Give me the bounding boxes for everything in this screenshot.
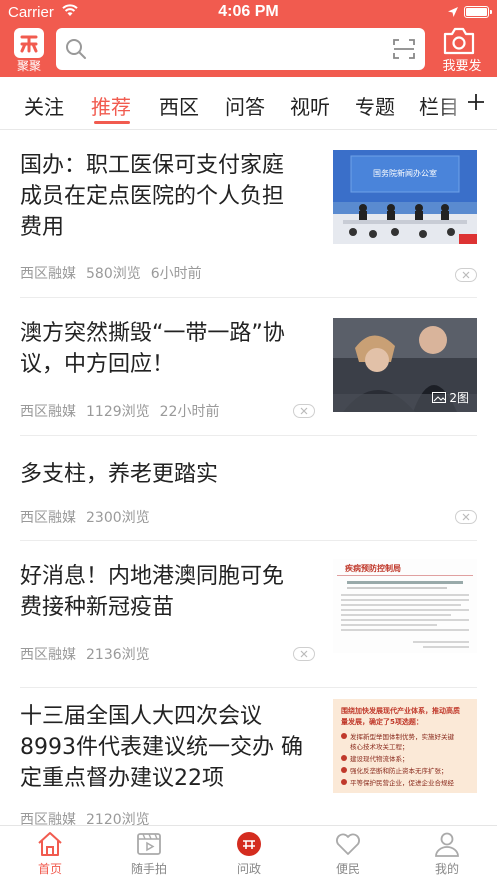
wenzheng-icon — [237, 832, 261, 856]
article-source: 西区融媒 — [20, 812, 76, 825]
heart-icon — [336, 833, 360, 855]
thumb-line-2: 量发展，确定了5项选题： — [341, 717, 423, 726]
tab-qa[interactable]: 问答 — [225, 91, 265, 120]
app-root: Carrier 4:06 PM 聚聚 我要发 关注 推荐 西区 问答 视听 专题… — [0, 0, 497, 883]
search-bar[interactable] — [56, 28, 425, 70]
article-title[interactable]: 国办：职工医保可支付家庭成员在定点医院的个人负担费用 — [20, 150, 305, 243]
nav-wenzheng-label: 问政 — [236, 862, 261, 876]
battery-icon — [464, 6, 492, 18]
article-source: 西区融媒 — [20, 404, 76, 420]
video-icon — [137, 833, 161, 855]
logo-label: 聚聚 — [16, 59, 41, 73]
dismiss-button[interactable] — [455, 268, 477, 282]
article-meta: 西区融媒 2136浏览 — [20, 644, 160, 664]
search-input[interactable] — [96, 36, 376, 62]
bottom-nav: 首页 随手拍 问政 便民 我的 — [0, 825, 497, 883]
app-logo-icon[interactable] — [14, 28, 44, 58]
article-thumbnail[interactable]: 2图 — [333, 318, 477, 412]
channel-tabs: 关注 推荐 西区 问答 视听 专题 栏目 — [0, 77, 497, 130]
status-bar: Carrier 4:06 PM — [0, 0, 497, 24]
user-icon — [435, 832, 459, 857]
article-views: 580浏览 — [86, 266, 141, 282]
thumb-item-4: 平等保护民营企业，促进企业合规经 — [350, 778, 455, 787]
list-item[interactable]: 十三届全国人大四次会议8993件代表建议统一交办 确定重点督办建议22项 西区融… — [20, 688, 477, 825]
tab-xiqu[interactable]: 西区 — [159, 91, 199, 120]
article-thumbnail[interactable]: 国务院新闻办公室 — [333, 150, 477, 244]
dismiss-button[interactable] — [293, 647, 315, 661]
article-title[interactable]: 多支柱，养老更踏实 — [20, 459, 440, 490]
article-meta: 西区融媒 2300浏览 — [20, 507, 160, 527]
list-item[interactable]: 国办：职工医保可支付家庭成员在定点医院的个人负担费用 西区融媒 580浏览 6小时前… — [20, 131, 477, 298]
nav-home[interactable]: 首页 — [20, 831, 80, 877]
article-views: 2120浏览 — [86, 812, 150, 825]
nav-wenzheng[interactable]: 问政 — [219, 831, 279, 877]
news-feed: 国办：职工医保可支付家庭成员在定点医院的个人负担费用 西区融媒 580浏览 6小时前… — [0, 131, 497, 825]
thumb-item-1: 发挥新型举国体制优势，实施好关键 — [350, 732, 455, 741]
list-item[interactable]: 多支柱，养老更踏实 西区融媒 2300浏览 — [20, 436, 477, 541]
article-views: 1129浏览 — [86, 404, 150, 420]
nav-home-label: 首页 — [37, 862, 62, 876]
status-time: 4:06 PM — [218, 3, 279, 20]
home-icon — [38, 832, 62, 856]
thumb-item-1b: 核心技术攻关工程； — [350, 742, 409, 751]
article-meta: 西区融媒 1129浏览 22小时前 — [20, 401, 229, 421]
article-thumbnail[interactable]: 疾病预防控制局 — [333, 559, 477, 653]
nav-snapshot-label: 随手拍 — [130, 862, 167, 876]
search-icon — [65, 38, 87, 64]
article-views: 2300浏览 — [86, 510, 150, 526]
add-channel-icon[interactable] — [467, 93, 485, 115]
location-arrow-icon — [447, 5, 459, 22]
article-title[interactable]: 澳方突然撕毁“一带一路”协议，中方回应！ — [20, 318, 305, 380]
list-item[interactable]: 好消息！内地港澳同胞可免费接种新冠疫苗 西区融媒 2136浏览 疾病预防控制局 — [20, 541, 477, 688]
article-time: 22小时前 — [159, 404, 220, 420]
tab-media[interactable]: 视听 — [290, 91, 330, 120]
article-source: 西区融媒 — [20, 510, 76, 526]
nav-profile-label: 我的 — [434, 862, 459, 876]
nav-service-label: 便民 — [335, 862, 360, 876]
thumb-line-1: 围绕加快发展现代产业体系，推动高质 — [341, 706, 460, 715]
article-source: 西区融媒 — [20, 647, 76, 663]
article-views: 2136浏览 — [86, 647, 150, 663]
list-item[interactable]: 澳方突然撕毁“一带一路”协议，中方回应！ 西区融媒 1129浏览 22小时前 2… — [20, 298, 477, 436]
article-thumbnail[interactable]: 围绕加快发展现代产业体系，推动高质 量发展，确定了5项选题： 发挥新型举国体制优… — [333, 699, 477, 793]
nav-snapshot[interactable]: 随手拍 — [119, 831, 179, 877]
dismiss-button[interactable] — [455, 510, 477, 524]
article-title[interactable]: 好消息！内地港澳同胞可免费接种新冠疫苗 — [20, 561, 305, 623]
article-title[interactable]: 十三届全国人大四次会议8993件代表建议统一交办 确定重点督办建议22项 — [20, 701, 312, 794]
tab-active-indicator — [94, 121, 130, 124]
header: Carrier 4:06 PM 聚聚 我要发 — [0, 0, 497, 77]
dismiss-button[interactable] — [293, 404, 315, 418]
article-meta: 西区融媒 580浏览 6小时前 — [20, 263, 212, 283]
thumb-banner-text: 国务院新闻办公室 — [373, 168, 437, 178]
tab-follow[interactable]: 关注 — [24, 91, 64, 120]
thumb-header-text: 疾病预防控制局 — [345, 563, 401, 573]
image-count-text: 2图 — [449, 391, 469, 405]
nav-profile[interactable]: 我的 — [417, 831, 477, 877]
tab-recommend[interactable]: 推荐 — [91, 91, 131, 120]
article-time: 6小时前 — [150, 266, 202, 282]
image-count-badge: 2图 — [431, 389, 469, 406]
nav-service[interactable]: 便民 — [318, 831, 378, 877]
thumb-item-3: 强化反垄断和防止资本无序扩张； — [350, 766, 448, 775]
thumb-item-2: 建设现代物流体系； — [350, 754, 409, 763]
article-source: 西区融媒 — [20, 266, 76, 282]
article-meta: 西区融媒 2120浏览 — [20, 809, 160, 825]
scan-icon[interactable] — [393, 39, 415, 63]
tab-topics[interactable]: 专题 — [355, 91, 395, 120]
post-button-label[interactable]: 我要发 — [436, 55, 488, 74]
